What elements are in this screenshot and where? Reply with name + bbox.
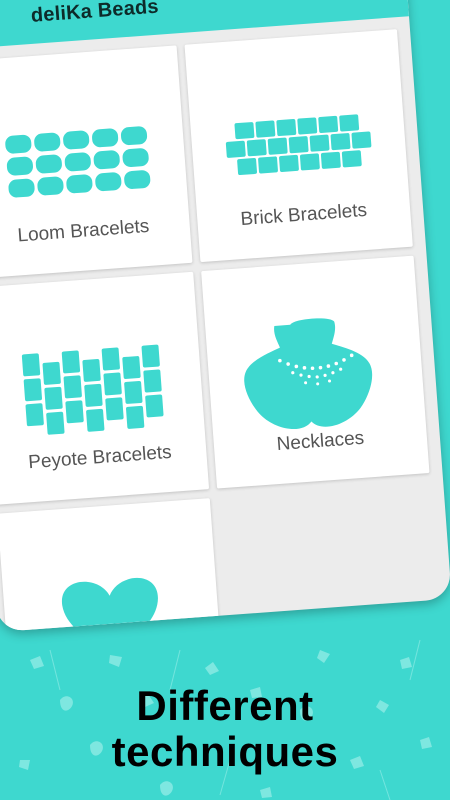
heart-icon (62, 577, 158, 632)
card-brick-bracelets[interactable]: Brick Bracelets (184, 29, 413, 263)
card-heart[interactable] (0, 498, 221, 632)
promo-line-2: techniques (111, 728, 339, 775)
promo-line-1: Different (136, 682, 314, 729)
phone-screen: deliKa Beads Loom Bracelets Brick Bracel… (0, 0, 450, 632)
card-loom-bracelets[interactable]: Loom Bracelets (0, 45, 193, 279)
app-title: deliKa Beads (30, 0, 160, 27)
card-necklaces[interactable]: Necklaces (201, 255, 430, 489)
card-peyote-bracelets[interactable]: Peyote Bracelets (0, 271, 210, 505)
